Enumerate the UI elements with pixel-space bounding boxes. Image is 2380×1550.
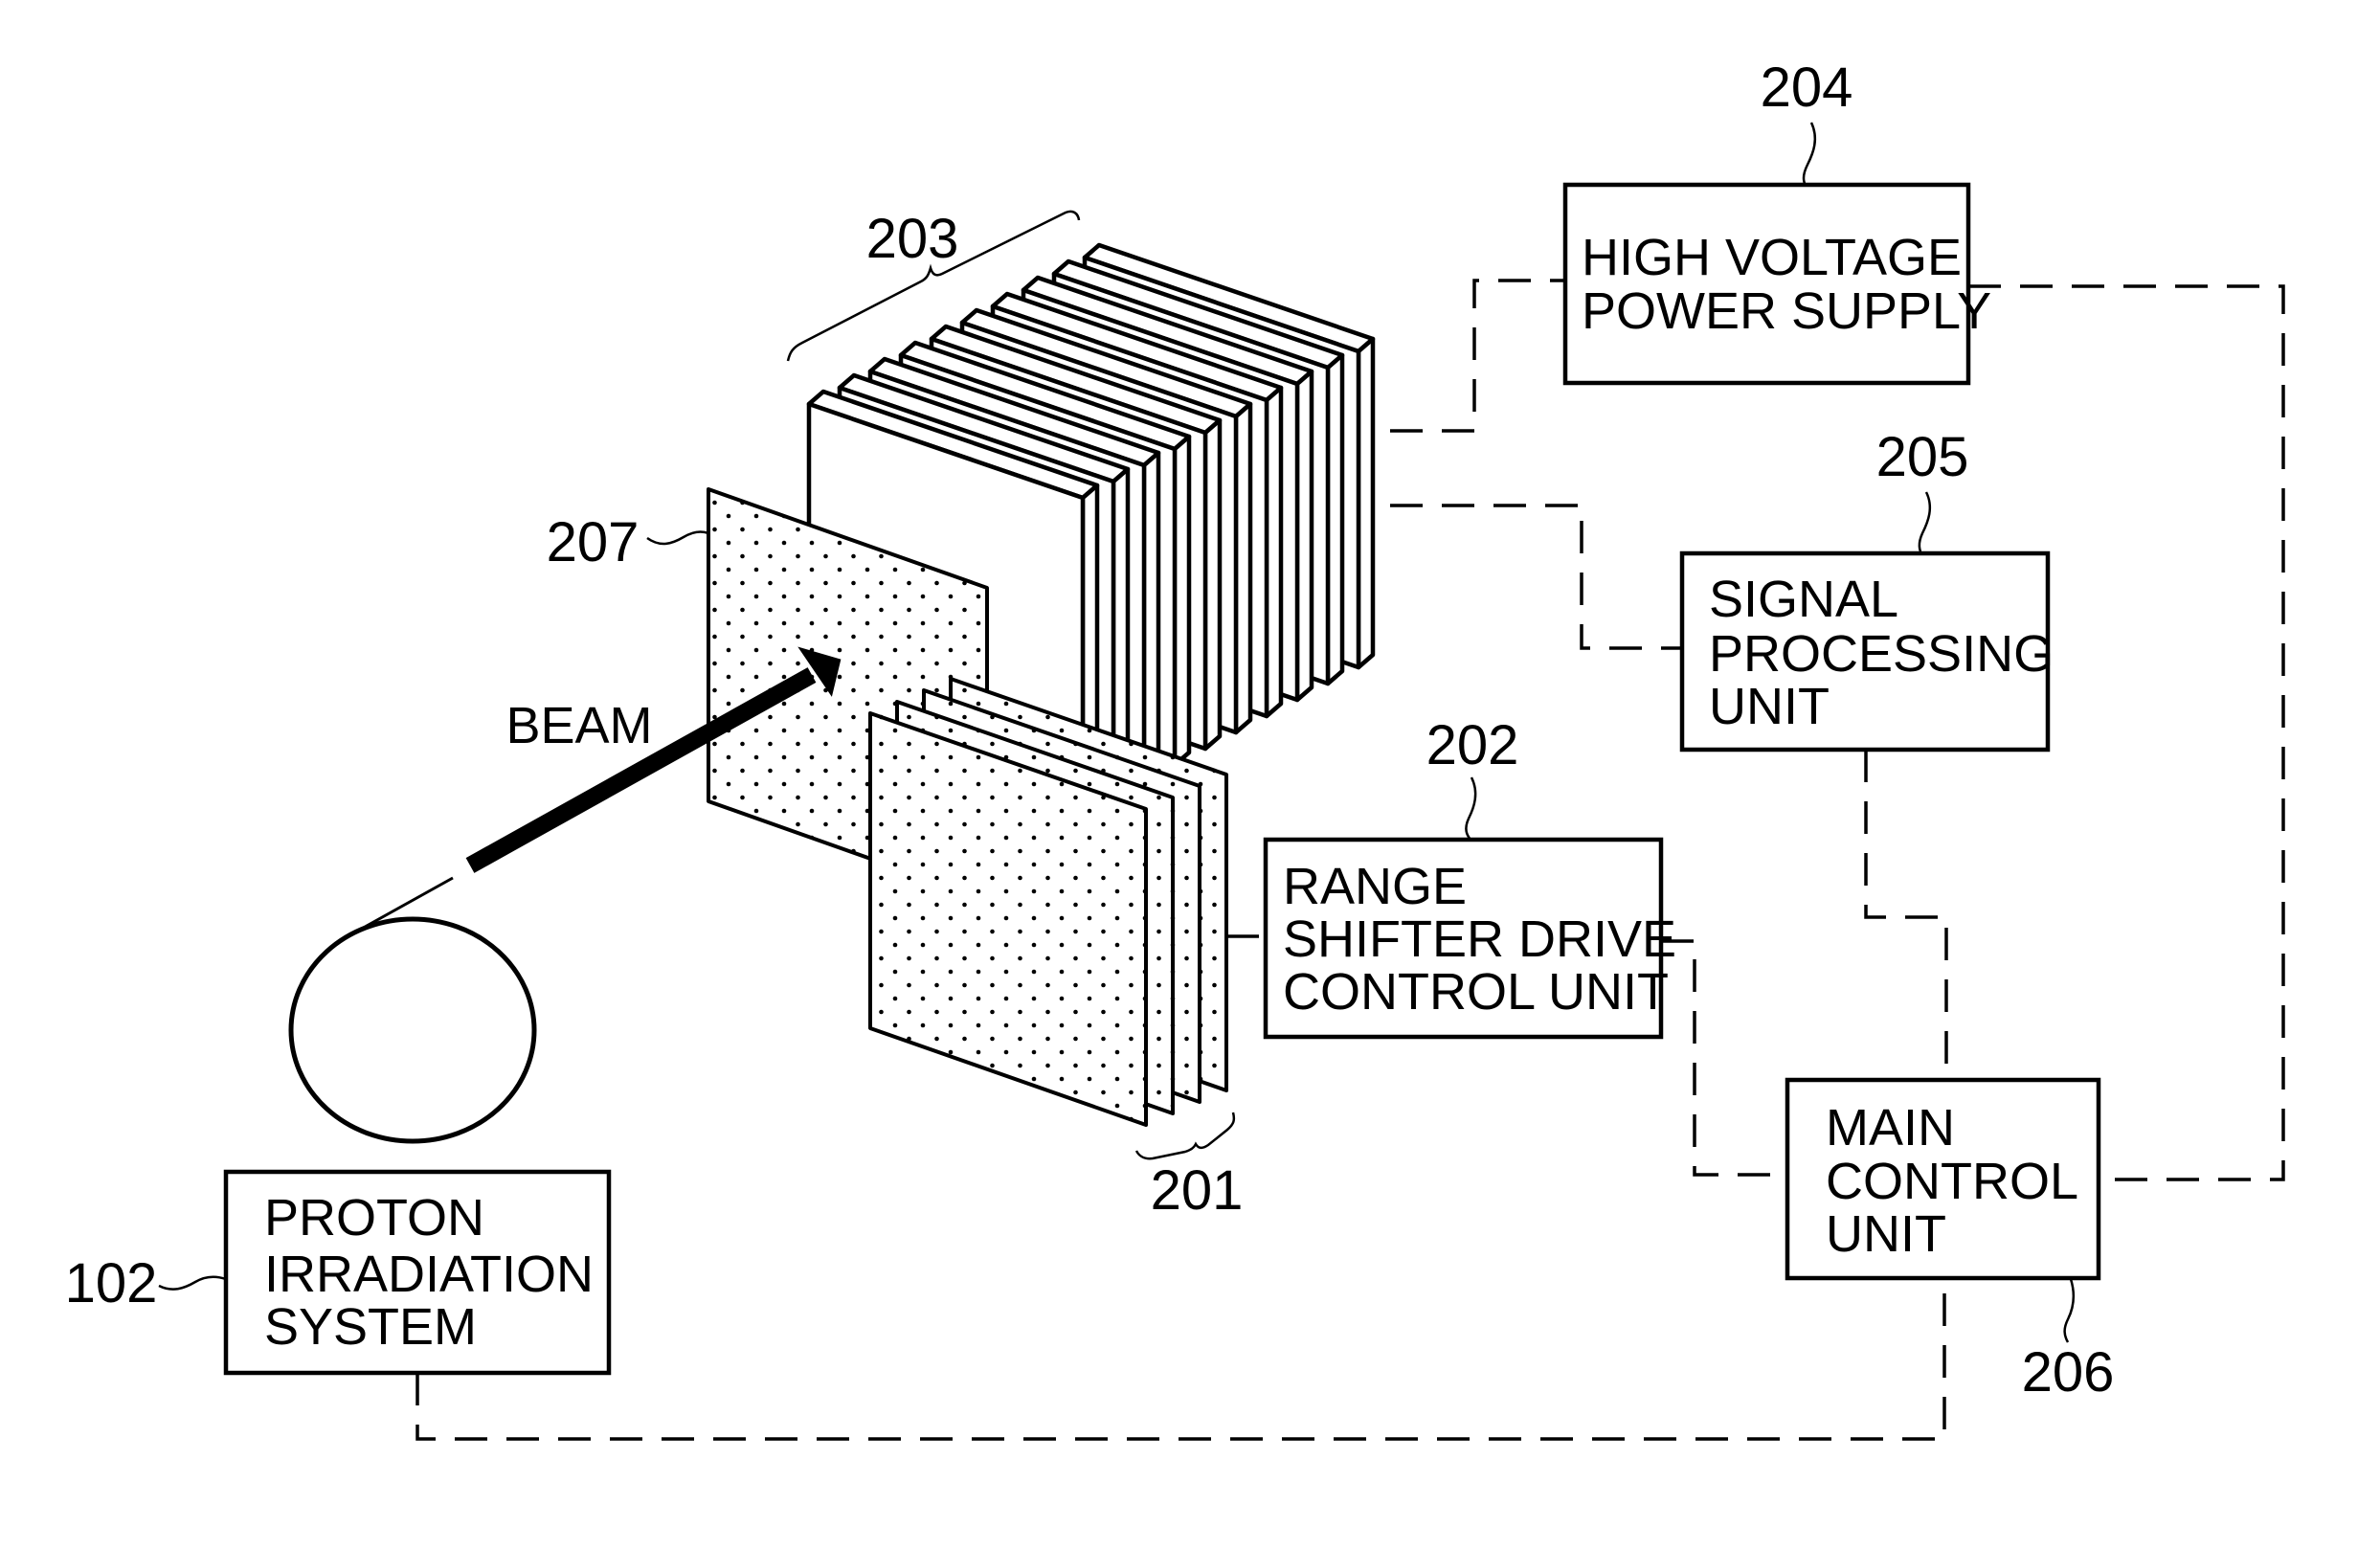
beam-label: BEAM	[505, 697, 652, 754]
leader-205	[1918, 491, 1932, 555]
block-text-line: UNIT	[1709, 678, 1830, 735]
accelerator-ring	[288, 916, 537, 1144]
block-text-line: MAIN	[1826, 1099, 1955, 1157]
block-text-line: PROCESSING	[1709, 625, 2054, 683]
leader-204	[1802, 122, 1817, 187]
ref-numeral-202: 202	[1426, 714, 1519, 776]
ref-numeral-203: 203	[866, 208, 959, 270]
block-text-line: UNIT	[1826, 1205, 1946, 1263]
high-voltage-power-supply-block[interactable]: HIGH VOLTAGE POWER SUPPLY	[1562, 182, 1991, 386]
block-text-line: IRRADIATION	[264, 1246, 594, 1303]
block-text-line: HIGH VOLTAGE	[1582, 229, 1962, 286]
block-text-line: RANGE	[1283, 858, 1467, 915]
range-shifter-drive-control-unit-block[interactable]: RANGE SHIFTER DRIVE CONTROL UNIT	[1263, 837, 1676, 1040]
connection-proton-system-to-main	[415, 1278, 1946, 1441]
block-text-line: CONTROL	[1826, 1153, 2078, 1210]
main-control-unit-block[interactable]: MAIN CONTROL UNIT	[1785, 1077, 2101, 1281]
range-shifter-brace	[1134, 1112, 1236, 1160]
signal-processing-unit-block[interactable]: SIGNAL PROCESSING UNIT	[1679, 550, 2054, 753]
connection-stack-to-hv-supply	[1390, 279, 1565, 433]
connection-signal-processing-to-main	[1864, 750, 1948, 1080]
proton-beam-detector-diagram: HIGH VOLTAGE POWER SUPPLY SIGNAL PROCESS…	[65, 56, 2285, 1441]
ref-numeral-102: 102	[65, 1252, 158, 1314]
leader-202	[1465, 776, 1477, 841]
block-text-line: SIGNAL	[1709, 571, 1898, 628]
proton-irradiation-system-block[interactable]: PROTON IRRADIATION SYSTEM	[223, 1169, 612, 1376]
leader-102	[158, 1275, 227, 1291]
ref-numeral-206: 206	[2022, 1341, 2115, 1404]
ref-numeral-204: 204	[1761, 56, 1853, 119]
ref-numeral-201: 201	[1151, 1159, 1244, 1222]
block-text-line: POWER SUPPLY	[1582, 282, 1991, 340]
leader-207	[646, 530, 709, 546]
block-text-line: CONTROL UNIT	[1283, 963, 1669, 1021]
block-text-line: SYSTEM	[264, 1298, 477, 1356]
connection-drive-control-to-main	[1661, 939, 1787, 1177]
ref-numeral-207: 207	[547, 511, 640, 573]
ref-numeral-205: 205	[1876, 426, 1969, 488]
leader-206	[2063, 1278, 2076, 1343]
block-text-line: SHIFTER DRIVE	[1283, 910, 1676, 968]
connection-stack-to-signal-processing	[1390, 504, 1682, 650]
block-text-line: PROTON	[264, 1189, 484, 1247]
